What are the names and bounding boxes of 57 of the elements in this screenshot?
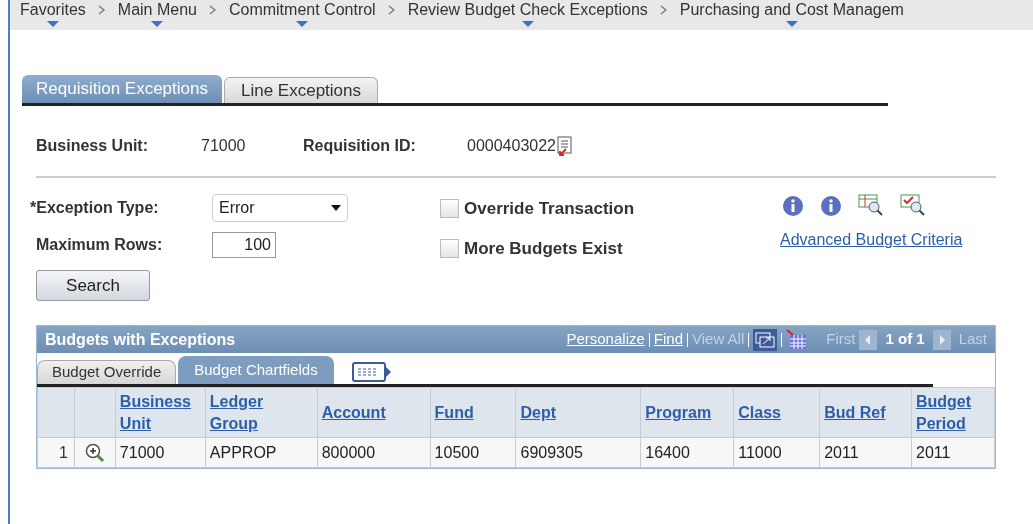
field-value: 0000403022 (467, 136, 556, 156)
caret-icon (331, 205, 341, 211)
caret-icon[interactable] (296, 21, 309, 27)
zoom-window-icon[interactable] (753, 328, 778, 351)
find-link[interactable]: Find (653, 328, 683, 351)
personalize-link[interactable]: Personalize (566, 328, 645, 351)
breadcrumb-link[interactable]: Review Budget Check Exceptions (407, 0, 648, 20)
chevron-icon (387, 4, 396, 16)
grid-check-magnifier-icon[interactable] (900, 194, 926, 218)
chevron-icon (208, 4, 217, 16)
table-cell: 2011 (819, 437, 912, 468)
caret-icon[interactable] (521, 21, 534, 27)
table-cell: 800000 (317, 437, 431, 468)
record-count: 1 of 1 (884, 329, 926, 350)
tab[interactable]: Budget Chartfields (178, 356, 334, 384)
show-all-columns-icon[interactable] (351, 362, 392, 382)
field-label: Business Unit: (36, 136, 149, 156)
field-label: Maximum Rows: (35, 235, 164, 255)
checkbox-label: Override Transaction (464, 198, 635, 220)
breadcrumb-link[interactable]: Favorites (20, 0, 86, 20)
field-value: 71000 (201, 136, 247, 156)
maximum-rows-field[interactable]: 100 (212, 232, 276, 258)
table-cell: APPROP (205, 437, 318, 468)
table-cell: 16400 (640, 437, 734, 468)
tab[interactable]: Requisition Exceptions (22, 75, 222, 103)
breadcrumb-link[interactable]: Purchasing and Cost Managem (679, 0, 904, 20)
download-grid-icon[interactable] (786, 328, 809, 351)
tab[interactable]: Budget Override (37, 360, 177, 384)
advanced-budget-criteria-link[interactable]: Advanced Budget Criteria (780, 228, 963, 252)
caret-icon[interactable] (46, 21, 59, 27)
grid-title: Budgets with Exceptions (45, 329, 236, 350)
exception-type-dropdown[interactable]: Error (212, 194, 348, 222)
chevron-icon (659, 4, 668, 16)
caret-icon[interactable] (785, 21, 798, 27)
breadcrumb-link[interactable]: Commitment Control (228, 0, 376, 20)
table-cell: 6909305 (516, 437, 641, 468)
table-cell: 11000 (733, 437, 820, 468)
zoom-in-icon[interactable] (84, 443, 105, 464)
caret-icon[interactable] (151, 21, 164, 27)
breadcrumb-link[interactable]: Main Menu (117, 0, 197, 20)
search-button[interactable]: Search (36, 270, 150, 301)
info-icon[interactable] (782, 195, 804, 217)
field-label: Requisition ID: (303, 136, 417, 156)
previous-icon[interactable] (859, 329, 878, 350)
row-number: 1 (37, 437, 75, 468)
info-icon[interactable] (820, 195, 842, 217)
checkbox[interactable] (440, 199, 459, 219)
chevron-icon (97, 4, 106, 16)
checkbox[interactable] (440, 238, 459, 258)
grid-magnifier-icon[interactable] (858, 194, 884, 218)
next-icon[interactable] (932, 329, 951, 350)
field-label: *Exception Type: (30, 198, 160, 218)
checkbox-label: More Budgets Exist (464, 237, 623, 260)
table-cell: 71000 (115, 437, 206, 468)
table-cell: 2011 (911, 437, 995, 468)
table-cell: 10500 (430, 437, 516, 468)
tab[interactable]: Line Exceptions (224, 77, 378, 103)
